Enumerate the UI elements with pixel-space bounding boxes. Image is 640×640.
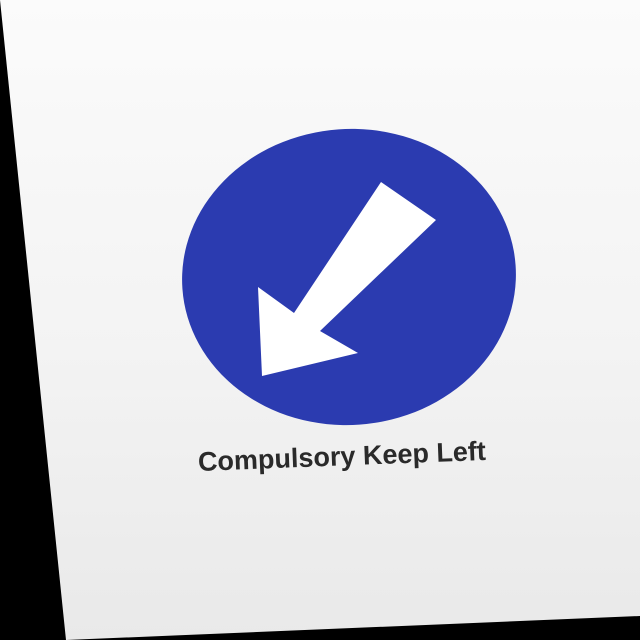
sign-graphic — [182, 128, 516, 426]
sign-card: Compulsory Keep Left — [0, 0, 640, 640]
image-frame: Compulsory Keep Left — [0, 0, 640, 640]
